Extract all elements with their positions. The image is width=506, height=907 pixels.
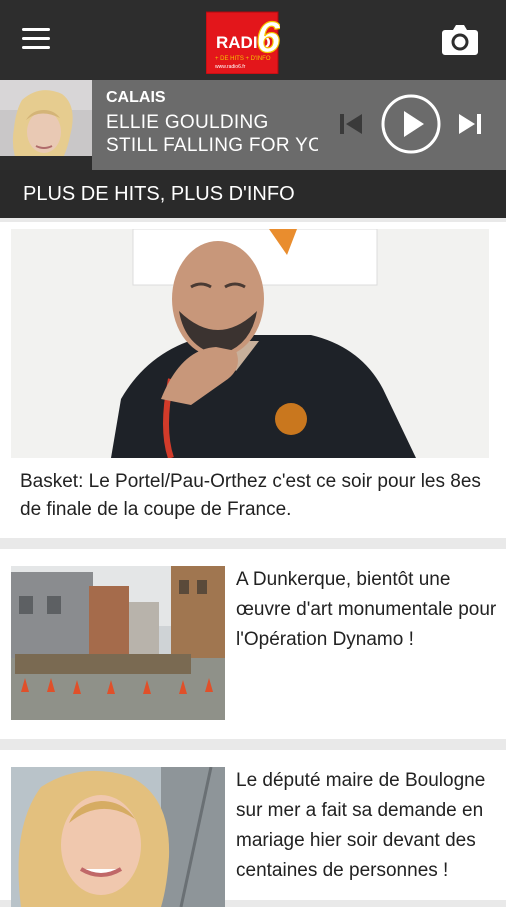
article-thumbnail — [11, 566, 225, 720]
section-title: PLUS DE HITS, PLUS D'INFO — [23, 183, 295, 205]
hamburger-menu-icon[interactable] — [22, 28, 50, 50]
app-header: RADIO 6 + DE HITS + D'INFO www.radio6.fr — [0, 0, 506, 80]
article-image — [11, 229, 489, 458]
article-title[interactable]: Basket: Le Portel/Pau-Orthez c'est ce so… — [20, 468, 492, 524]
article-card[interactable]: A Dunkerque, bientôt une œuvre d'art mon… — [0, 549, 506, 739]
skip-previous-icon[interactable] — [338, 111, 364, 137]
artist-name: ELLIE GOULDING — [106, 112, 269, 133]
logo-url: www.radio6.fr — [215, 64, 246, 70]
article-thumbnail — [11, 767, 225, 907]
station-name: CALAIS — [106, 89, 166, 106]
logo-tagline: + DE HITS + D'INFO — [215, 56, 271, 62]
section-header: PLUS DE HITS, PLUS D'INFO — [0, 170, 506, 218]
logo-number: 6 — [256, 13, 280, 62]
radio6-logo: RADIO 6 + DE HITS + D'INFO www.radio6.fr — [206, 11, 280, 74]
track-title: STILL FALLING FOR YOU — [106, 135, 318, 156]
now-playing-bar: CALAIS ELLIE GOULDING STILL FALLING FOR … — [0, 80, 506, 170]
skip-next-icon[interactable] — [457, 111, 483, 137]
article-title[interactable]: Le député maire de Boulogne sur mer a fa… — [236, 766, 498, 886]
album-cover — [0, 80, 92, 170]
article-card[interactable]: Le député maire de Boulogne sur mer a fa… — [0, 750, 506, 907]
camera-icon[interactable] — [441, 22, 479, 56]
play-icon[interactable] — [380, 93, 442, 155]
article-card[interactable]: Basket: Le Portel/Pau-Orthez c'est ce so… — [0, 222, 506, 538]
article-title[interactable]: A Dunkerque, bientôt une œuvre d'art mon… — [236, 565, 498, 655]
